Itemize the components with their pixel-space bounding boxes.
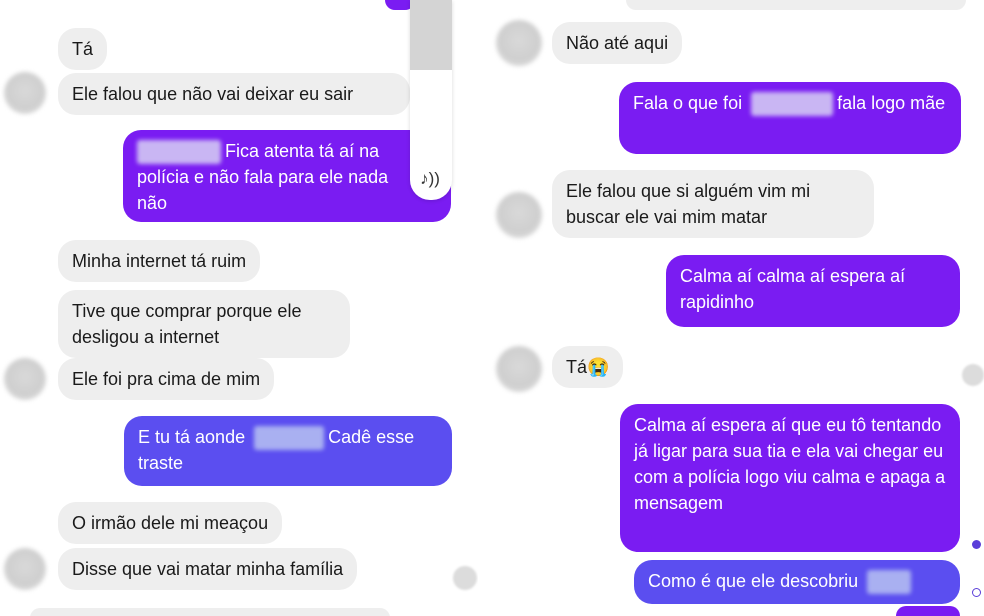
message-text: Tive que comprar porque ele desligou a i… [72,301,302,347]
right-chat-pane: Não até aqui Fala o que foi fala logo mã… [486,0,984,616]
message-text: Calma aí espera aí que eu tô tentando já… [634,415,946,513]
incoming-message[interactable]: Não até aqui [552,22,683,64]
redacted-name [751,92,834,117]
message-text: Ele foi pra cima de mim [72,369,261,389]
message-text-before: E tu tá aonde [138,427,246,447]
contact-avatar [496,192,542,238]
incoming-message[interactable]: Tá😭 [552,346,624,388]
contact-avatar [496,20,542,66]
message-text: Não até aqui [566,33,669,53]
incoming-message[interactable]: Ele falou que não vai deixar eu sair [58,73,410,115]
message-text-after: fala logo mãe [837,93,946,113]
incoming-message[interactable]: Ele falou que si alguém vim mi buscar el… [552,170,874,238]
message-text: Calma aí calma aí espera aí rapidinho [680,266,906,312]
crying-emoji: 😭 [587,357,610,377]
scrollbar-thumb[interactable] [410,0,452,70]
incoming-message[interactable]: Ele foi pra cima de mim [58,358,275,400]
message-text: Minha internet tá ruim [72,251,247,271]
message-text: O irmão dele mi meaçou [72,513,269,533]
incoming-message[interactable]: Tive que comprar porque ele desligou a i… [58,290,350,358]
seen-avatar-dot [453,566,477,590]
contact-avatar [4,358,46,400]
redacted-name [867,570,912,595]
message-text: Ele falou que si alguém vim mi buscar el… [566,181,811,227]
incoming-message-partial [30,608,390,616]
message-text-before: Fala o que foi [633,93,743,113]
incoming-message[interactable]: Minha internet tá ruim [58,240,261,282]
message-text: Tá [72,39,94,59]
scrollbar[interactable]: ♪)) [410,0,452,200]
outgoing-message[interactable]: Fala o que foi fala logo mãe [619,82,961,154]
sent-receipt-icon [972,588,981,597]
redacted-name [137,140,221,165]
outgoing-message[interactable]: Como é que ele descobriu [634,560,960,604]
outgoing-message[interactable]: E tu tá aonde Cadê esse traste [124,416,452,486]
seen-avatar-dot [962,364,984,386]
incoming-message[interactable]: Disse que vai matar minha família [58,548,358,590]
previous-bubble-edge [626,0,966,10]
contact-avatar [496,346,542,392]
outgoing-message[interactable]: Calma aí calma aí espera aí rapidinho [666,255,960,327]
outgoing-message[interactable]: Fica atenta tá aí na polícia e não fala … [123,130,451,222]
message-text: Tá [566,357,588,377]
message-text: Ele falou que não vai deixar eu sair [72,84,354,104]
incoming-message[interactable]: O irmão dele mi meaçou [58,502,283,544]
contact-avatar [4,72,46,114]
audio-icon[interactable]: ♪)) [413,162,447,196]
outgoing-message[interactable]: Calma aí espera aí que eu tô tentando já… [620,404,960,552]
left-chat-pane: Tá Ele falou que não vai deixar eu sair … [0,0,478,616]
redacted-name [254,426,325,451]
read-receipt-icon [972,540,981,549]
next-outgoing-bubble-edge [896,606,960,616]
message-text: Disse que vai matar minha família [72,559,344,579]
contact-avatar [4,548,46,590]
message-text: Como é que ele descobriu [648,571,859,591]
incoming-message[interactable]: Tá [58,28,108,70]
